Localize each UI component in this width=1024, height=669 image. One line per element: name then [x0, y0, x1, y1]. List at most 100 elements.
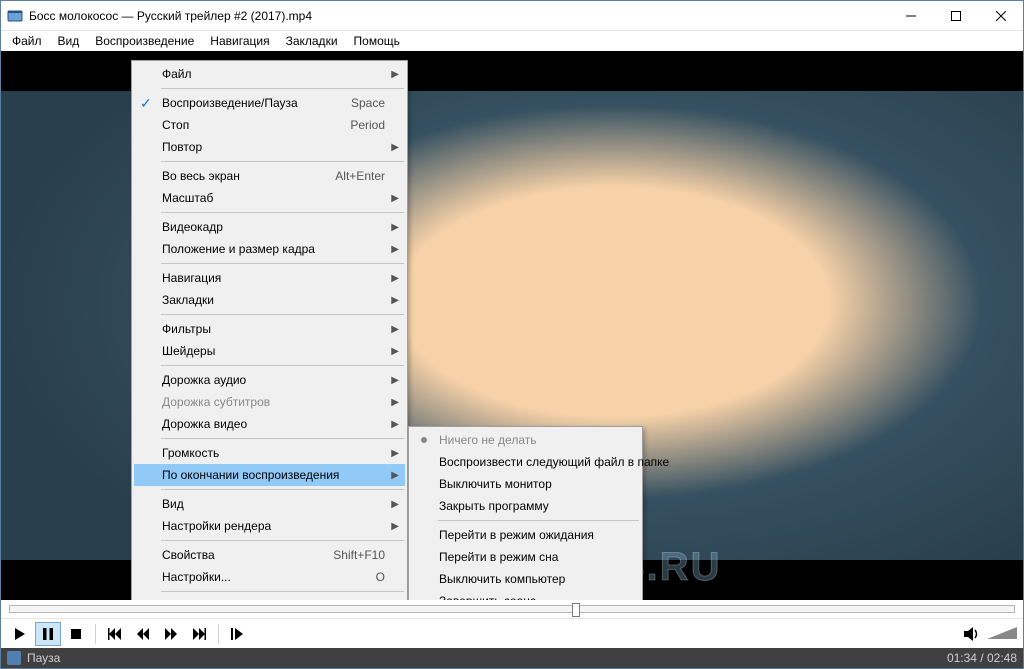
context-menu: Файл▶✓Воспроизведение/ПаузаSpaceСтопPeri…: [131, 60, 408, 600]
context-menu-item[interactable]: СвойстваShift+F10: [134, 544, 405, 566]
menu-item-label: Фильтры: [162, 322, 385, 336]
context-menu-item[interactable]: Громкость▶: [134, 442, 405, 464]
context-menu-item[interactable]: Шейдеры▶: [134, 340, 405, 362]
context-menu-item[interactable]: Настройки...O: [134, 566, 405, 588]
context-menu-item[interactable]: СтопPeriod: [134, 114, 405, 136]
context-menu-item[interactable]: ✓Воспроизведение/ПаузаSpace: [134, 92, 405, 114]
menu-item-accel: Period: [350, 118, 385, 132]
maximize-button[interactable]: [933, 1, 978, 30]
menu-divider: [161, 365, 404, 366]
rewind-button[interactable]: [130, 622, 156, 646]
menu-item-label: Завершить сеанс: [439, 594, 620, 600]
chevron-right-icon: ▶: [391, 244, 399, 255]
window-controls: [888, 1, 1023, 30]
menu-file[interactable]: Файл: [5, 32, 49, 50]
menu-item-label: Дорожка видео: [162, 417, 385, 431]
seek-track[interactable]: [9, 605, 1015, 613]
chevron-right-icon: ▶: [391, 448, 399, 459]
menu-item-label: Стоп: [162, 118, 350, 132]
menu-item-label: Воспроизведение/Пауза: [162, 96, 351, 110]
menu-divider: [161, 591, 404, 592]
submenu-item[interactable]: Перейти в режим сна: [411, 546, 640, 568]
menu-divider: [161, 540, 404, 541]
context-menu-item[interactable]: По окончании воспроизведения ▶: [134, 464, 405, 486]
submenu-item[interactable]: Перейти в режим ожидания: [411, 524, 640, 546]
menu-item-label: Ничего не делать: [439, 433, 620, 447]
menu-view[interactable]: Вид: [51, 32, 87, 50]
menu-item-label: Настройки...: [162, 570, 376, 584]
pause-button[interactable]: [35, 622, 61, 646]
volume-level-icon[interactable]: [987, 627, 1017, 641]
context-menu-item[interactable]: Положение и размер кадра ▶: [134, 238, 405, 260]
menu-navigation[interactable]: Навигация: [203, 32, 276, 50]
menu-divider: [161, 489, 404, 490]
context-menu-item[interactable]: Повтор▶: [134, 136, 405, 158]
chevron-right-icon: ▶: [391, 273, 399, 284]
menu-item-label: Положение и размер кадра: [162, 242, 385, 256]
context-menu-item[interactable]: ВыходAlt+X: [134, 595, 405, 600]
forward-button[interactable]: [158, 622, 184, 646]
context-menu-item[interactable]: Настройки рендера▶: [134, 515, 405, 537]
chevron-right-icon: ▶: [391, 470, 399, 481]
chevron-right-icon: ▶: [391, 397, 399, 408]
chevron-right-icon: ▶: [391, 69, 399, 80]
chevron-right-icon: ▶: [391, 499, 399, 510]
menu-playback[interactable]: Воспроизведение: [88, 32, 201, 50]
menu-divider: [438, 520, 639, 521]
context-menu-item: Дорожка субтитров▶: [134, 391, 405, 413]
menu-item-label: По окончании воспроизведения: [162, 468, 385, 482]
chevron-right-icon: ▶: [391, 346, 399, 357]
context-menu-item[interactable]: Фильтры▶: [134, 318, 405, 340]
context-menu-item[interactable]: Масштаб▶: [134, 187, 405, 209]
menu-bookmarks[interactable]: Закладки: [279, 32, 345, 50]
context-menu-item[interactable]: Файл▶: [134, 63, 405, 85]
stop-button[interactable]: [63, 622, 89, 646]
chevron-right-icon: ▶: [391, 375, 399, 386]
menu-item-label: Перейти в режим ожидания: [439, 528, 624, 542]
chevron-right-icon: ▶: [391, 222, 399, 233]
menu-divider: [161, 263, 404, 264]
menu-divider: [161, 314, 404, 315]
status-text: Пауза: [27, 651, 60, 665]
frame-step-button[interactable]: [225, 622, 251, 646]
play-button[interactable]: [7, 622, 33, 646]
menu-item-label: Навигация: [162, 271, 385, 285]
submenu-item[interactable]: Выключить монитор: [411, 473, 640, 495]
context-menu-item[interactable]: Навигация ▶: [134, 267, 405, 289]
menu-item-label: Настройки рендера: [162, 519, 385, 533]
menu-item-label: Дорожка аудио: [162, 373, 385, 387]
menu-item-label: Во весь экран: [162, 169, 335, 183]
context-menu-item[interactable]: Видеокадр▶: [134, 216, 405, 238]
app-window: Босс молокосос — Русский трейлер #2 (201…: [0, 0, 1024, 669]
skip-forward-button[interactable]: [186, 622, 212, 646]
menu-item-accel: Space: [351, 96, 385, 110]
context-menu-item[interactable]: Дорожка аудио ▶: [134, 369, 405, 391]
context-menu-item[interactable]: Дорожка видео▶: [134, 413, 405, 435]
chevron-right-icon: ▶: [391, 142, 399, 153]
seek-thumb[interactable]: [572, 603, 580, 617]
submenu-item[interactable]: Выключить компьютер: [411, 568, 640, 590]
skip-back-button[interactable]: [102, 622, 128, 646]
minimize-button[interactable]: [888, 1, 933, 30]
volume-button[interactable]: [959, 622, 985, 646]
status-bar: Пауза 01:34 / 02:48: [1, 648, 1023, 668]
menu-help[interactable]: Помощь: [347, 32, 407, 50]
submenu-item[interactable]: Завершить сеанс: [411, 590, 640, 600]
menu-divider: [161, 438, 404, 439]
seek-bar[interactable]: [1, 600, 1023, 618]
status-time: 01:34 / 02:48: [947, 651, 1017, 665]
menu-item-label: Выход: [162, 599, 356, 600]
context-menu-item[interactable]: Во весь экранAlt+Enter: [134, 165, 405, 187]
close-button[interactable]: [978, 1, 1023, 30]
video-area[interactable]: BOXPROGRAMS.RU Файл▶✓Воспроизведение/Пау…: [1, 51, 1023, 600]
menu-divider: [161, 161, 404, 162]
menu-item-label: Свойства: [162, 548, 333, 562]
menubar: Файл Вид Воспроизведение Навигация Закла…: [1, 31, 1023, 51]
context-menu-item[interactable]: Вид▶: [134, 493, 405, 515]
submenu-item[interactable]: Закрыть программу: [411, 495, 640, 517]
titlebar: Босс молокосос — Русский трейлер #2 (201…: [1, 1, 1023, 31]
submenu-item: Ничего не делать: [411, 429, 640, 451]
submenu-item[interactable]: Воспроизвести следующий файл в папке: [411, 451, 640, 473]
menu-item-accel: O: [376, 570, 385, 584]
context-menu-item[interactable]: Закладки▶: [134, 289, 405, 311]
